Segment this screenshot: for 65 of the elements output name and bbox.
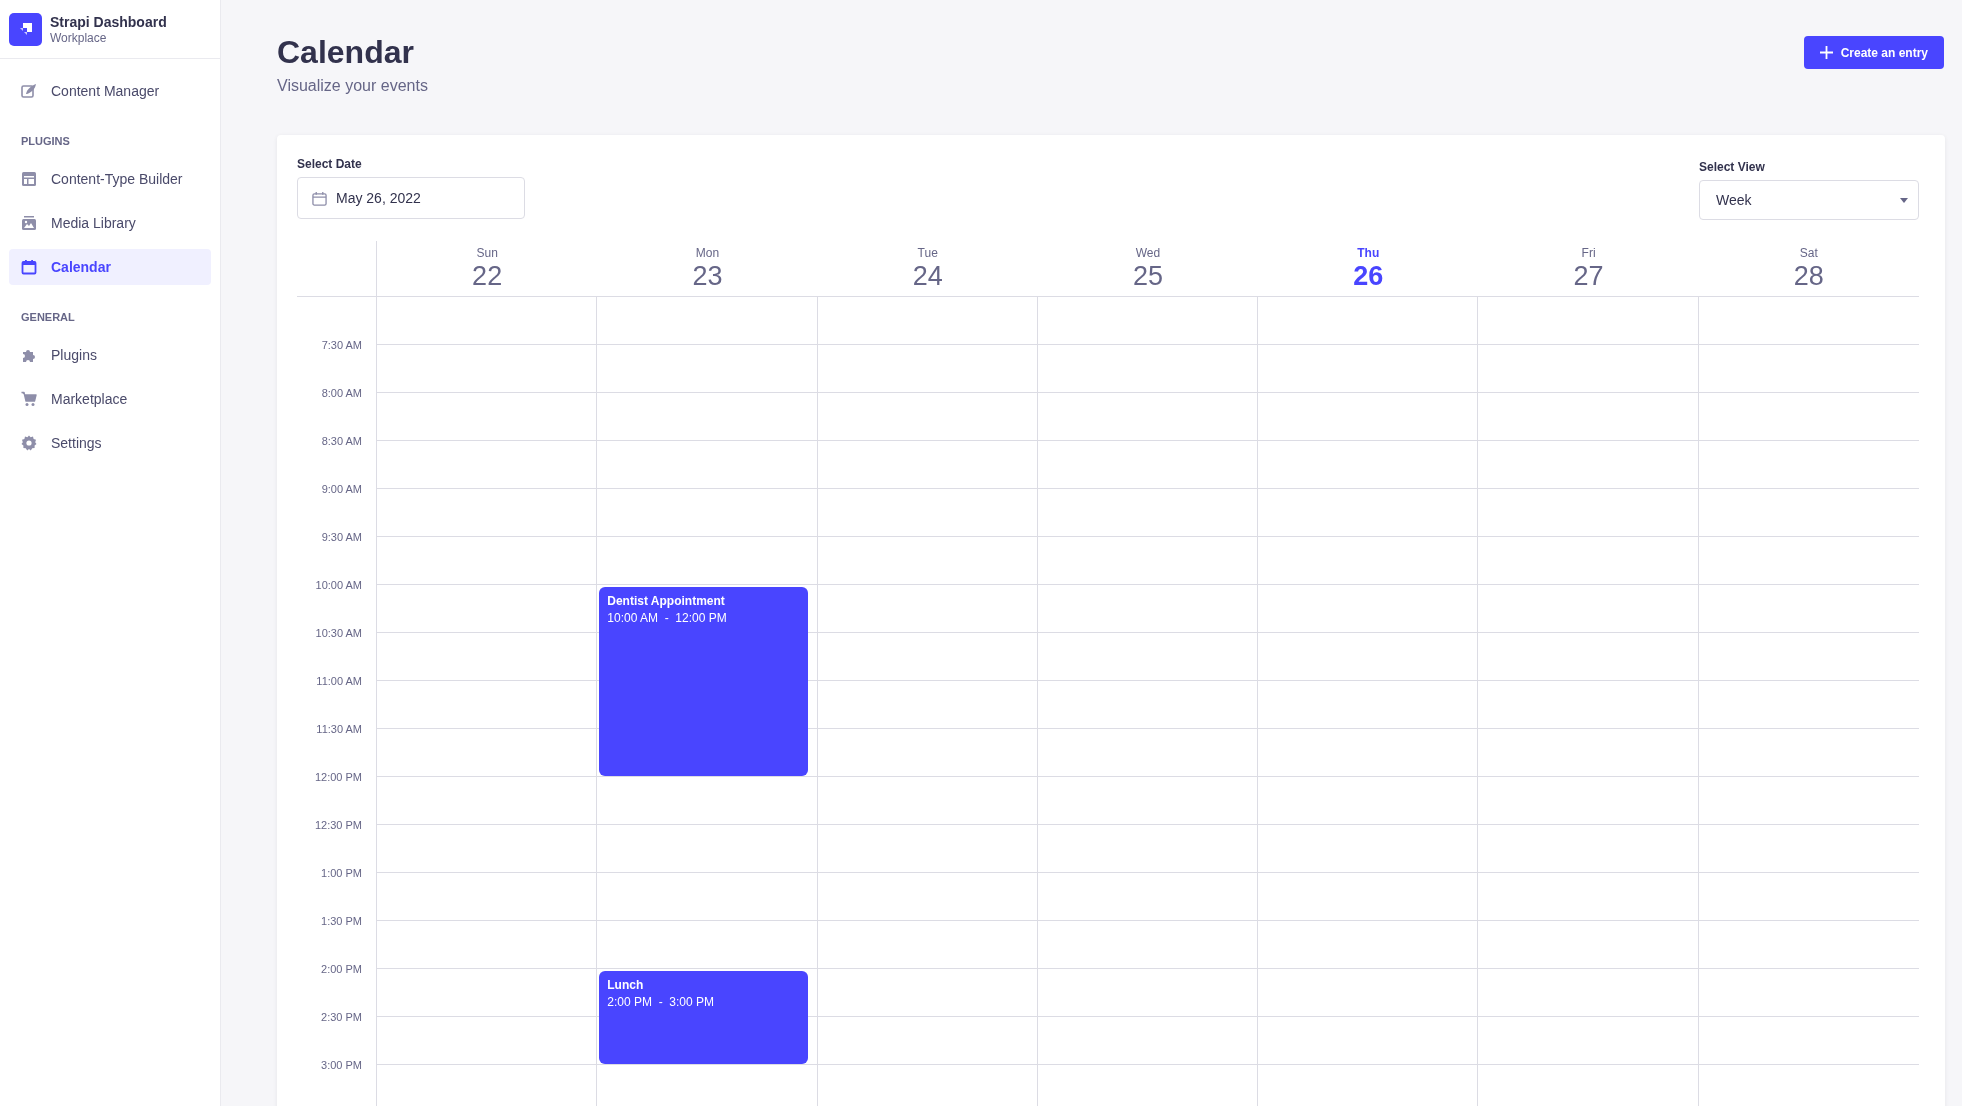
time-label: 2:00 PM [321,963,362,975]
section-heading: PLUGINS [20,134,71,149]
time-label: 11:00 AM [316,675,362,687]
brand-subtitle: Workplace [50,30,108,45]
event-title: Lunch [607,978,645,992]
day-number: 26 [1353,260,1384,292]
sidebar-item[interactable]: Content-Type Builder [9,161,211,197]
time-label: 1:30 PM [321,915,362,927]
day-number: 23 [692,260,723,292]
time-label: 10:00 AM [315,579,362,591]
event-title: Dentist Appointment [607,594,726,608]
time-label: 7:30 AM [321,339,362,351]
time-label: 12:00 PM [314,771,362,783]
brand-title: Strapi Dashboard [50,13,167,30]
sidebar-item[interactable]: Media Library [9,205,211,241]
time-label: 8:30 AM [321,435,362,447]
event-time: 2:00 PM - 3:00 PM [607,995,715,1009]
sidebar-item[interactable]: Plugins [9,337,211,373]
time-label: 2:30 PM [321,1011,362,1023]
calendar-icon [21,259,37,275]
create-entry-button[interactable]: Create an entry [1803,36,1944,69]
day-number: 22 [472,260,503,292]
layout-icon [21,171,37,187]
cart-icon [21,391,37,407]
weekday-label: Sun [476,245,498,260]
plus-icon [1819,46,1833,59]
calendar-icon [312,190,327,206]
weekday-label: Fri [1581,245,1596,260]
time-label: 3:00 PM [321,1059,362,1071]
day-number: 25 [1132,260,1163,292]
weekday-label: Thu [1357,245,1380,260]
brand-logo [9,12,42,46]
time-label: 11:30 AM [316,723,362,735]
day-number: 28 [1793,260,1824,292]
sidebar-item[interactable]: Settings [9,425,211,461]
time-label: 9:30 AM [321,531,362,543]
time-label: 10:30 AM [315,627,362,639]
sidebar-item[interactable]: Marketplace [9,381,211,417]
weekday-label: Wed [1135,245,1161,260]
view-select[interactable]: Week [1699,180,1919,220]
section-heading: GENERAL [20,310,76,325]
time-label: 1:00 PM [321,867,362,879]
field-label: Select View [1699,160,1766,174]
gear-icon [21,435,37,451]
field-label: Select Date [297,157,363,171]
caret-icon [1900,197,1908,203]
weekday-label: Mon [695,245,720,260]
sidebar-item[interactable]: Calendar [9,249,211,285]
date-field[interactable]: May 26, 2022 [297,177,525,219]
pen-icon [21,83,37,99]
day-number: 27 [1573,260,1604,292]
time-label: 8:00 AM [321,387,362,399]
event-time: 10:00 AM - 12:00 PM [607,611,728,625]
weekday-label: Tue [917,245,938,260]
page-subtitle: Visualize your events [277,77,428,95]
page-title: Calendar [277,34,415,71]
image-icon [21,215,37,231]
time-label: 9:00 AM [321,483,362,495]
sidebar-item[interactable]: Content Manager [9,73,211,109]
puzzle-icon [21,347,37,363]
day-number: 24 [912,260,943,292]
event-card[interactable]: Dentist Appointment 10:00 AM - 12:00 PM [599,587,808,776]
event-card[interactable]: Lunch 2:00 PM - 3:00 PM [599,971,808,1064]
time-label: 12:30 PM [314,819,362,831]
weekday-label: Sat [1799,245,1818,260]
